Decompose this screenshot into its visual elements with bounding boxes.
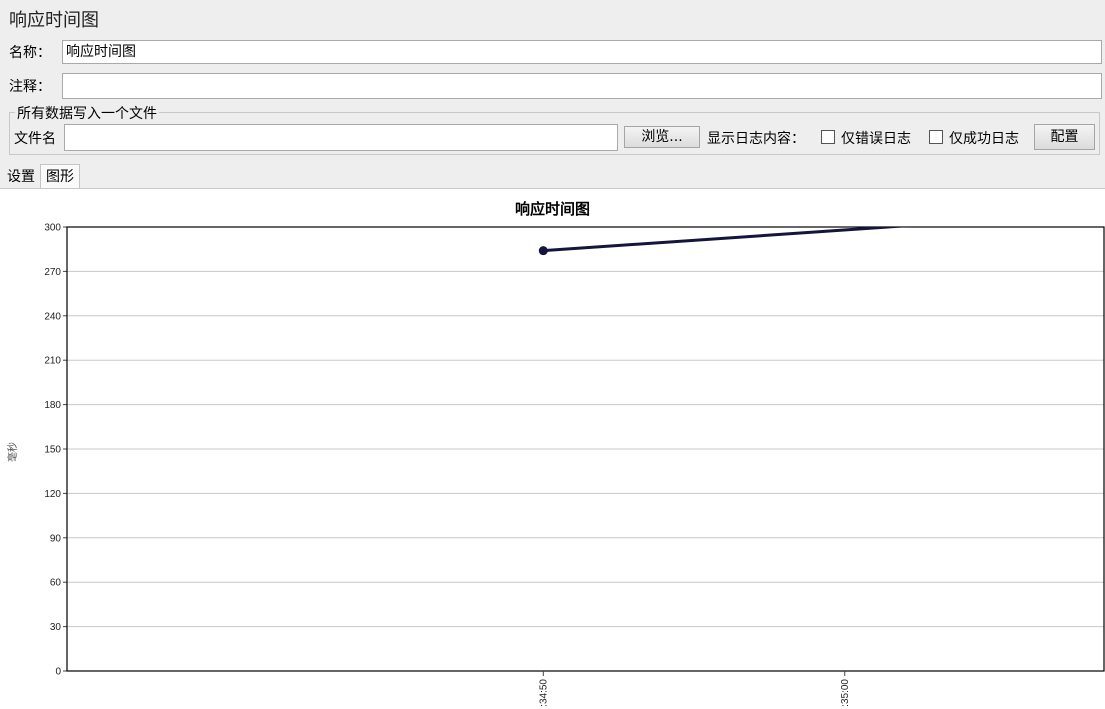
- y-axis-label: 毫秒: [6, 442, 19, 462]
- series-line: [543, 227, 910, 253]
- y-tick-label: 210: [44, 356, 61, 367]
- y-tick-label: 150: [44, 445, 61, 456]
- y-tick-label: 0: [55, 667, 61, 678]
- y-tick-label: 120: [44, 489, 61, 500]
- data-point: [538, 246, 548, 256]
- response-time-chart: 毫秒 0 30 60 90 120 150 180 210 240 270 300 :34:50 :35…: [6, 223, 1105, 707]
- y-tick-label: 90: [50, 533, 62, 544]
- x-tick-label: :35:00: [840, 679, 851, 707]
- x-tick-label: :34:50: [538, 679, 549, 707]
- y-tick-label: 270: [44, 267, 61, 278]
- y-tick-label: 300: [44, 223, 61, 234]
- y-tick-label: 180: [44, 400, 61, 411]
- y-tick-label: 240: [44, 311, 61, 322]
- y-tick-label: 60: [50, 578, 62, 589]
- y-tick-label: 30: [50, 622, 62, 633]
